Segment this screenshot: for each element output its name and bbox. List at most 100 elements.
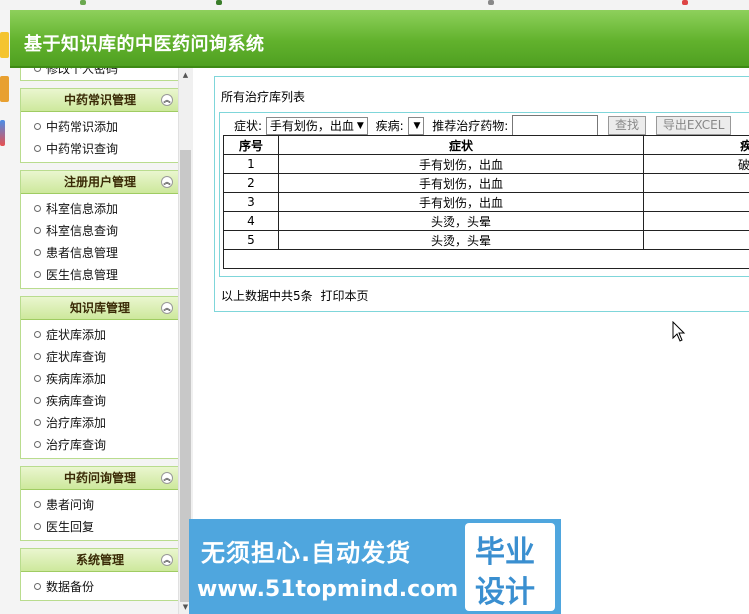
sidebar-item-label: 治疗库添加 — [46, 416, 107, 430]
table-footer: 以上数据中共5条 打印本页 — [221, 287, 368, 304]
sidebar-group-title: 注册用户管理 — [63, 175, 136, 189]
symptom-select[interactable]: 手有划伤，出血 ▼ — [265, 116, 368, 135]
column-header: 序号 — [223, 135, 279, 155]
sidebar-item[interactable]: 科室信息查询 — [21, 220, 178, 242]
bullet-icon — [34, 271, 41, 278]
sidebar-item[interactable]: 患者信息管理 — [21, 242, 178, 264]
sidebar-group-header[interactable]: 中药常识管理 ︽ — [21, 89, 178, 112]
sidebar-group-items: 数据备份 — [21, 572, 178, 600]
sidebar-group-items: 患者问询医生回复 — [21, 490, 178, 540]
bullet-icon — [34, 68, 41, 72]
row-index-cell: 1 — [223, 154, 279, 174]
bullet-icon — [34, 145, 41, 152]
sidebar-item[interactable]: 治疗库查询 — [21, 434, 178, 456]
row-index-cell: 3 — [223, 192, 279, 212]
sidebar-item[interactable]: 医生信息管理 — [21, 264, 178, 286]
bullet-icon — [34, 123, 41, 130]
table-header-row: 序号 症状 疾病 — [223, 135, 749, 155]
collapse-icon[interactable]: ︽ — [161, 554, 173, 566]
sidebar-item[interactable]: 数据备份 — [21, 576, 178, 598]
app-icon — [0, 76, 9, 102]
sidebar-item[interactable]: 症状库查询 — [21, 346, 178, 368]
disease-cell: 破伤风 — [643, 154, 749, 174]
bullet-icon — [34, 501, 41, 508]
main-panel: 所有治疗库列表 症状: 手有划伤，出血 ▼ 疾病: ▼ 推荐治疗药物: 查找 导出… — [214, 76, 749, 312]
symptom-cell: 头烫，头晕 — [277, 230, 645, 250]
sidebar-item-label: 科室信息查询 — [46, 224, 119, 238]
scroll-up-icon[interactable]: ▲ — [180, 70, 191, 80]
watermark-line1: 无须担心.自动发货 — [201, 539, 412, 567]
collapse-icon[interactable]: ︽ — [161, 94, 173, 106]
grid-box: 症状: 手有划伤，出血 ▼ 疾病: ▼ 推荐治疗药物: 查找 导出EXCEL 序号… — [219, 112, 749, 277]
sidebar-item-label: 中药常识添加 — [46, 120, 119, 134]
record-count: 以上数据中共5条 — [221, 289, 313, 303]
sidebar-item[interactable]: 疾病库添加 — [21, 368, 178, 390]
sidebar-item-label: 疾病库查询 — [46, 394, 107, 408]
disease-cell: 贫血 — [643, 211, 749, 231]
table-empty-row — [223, 249, 749, 269]
print-link[interactable]: 打印本页 — [320, 289, 368, 303]
export-excel-button[interactable]: 导出EXCEL — [655, 116, 732, 135]
bullet-icon — [34, 205, 41, 212]
bullet-icon — [34, 583, 41, 590]
list-title: 所有治疗库列表 — [221, 90, 306, 104]
sidebar-group-title: 中药常识管理 — [63, 93, 136, 107]
sidebar-item-label: 数据备份 — [46, 580, 95, 594]
bullet-icon — [34, 331, 41, 338]
row-index-cell: 2 — [223, 173, 279, 193]
mouse-cursor-icon — [672, 321, 686, 342]
bullet-icon — [34, 227, 41, 234]
disease-label: 疾病: — [375, 119, 404, 133]
sidebar-item-label: 科室信息添加 — [46, 202, 119, 216]
badge-line2: 设计 — [475, 575, 535, 610]
search-button[interactable]: 查找 — [607, 116, 646, 135]
sidebar-item-label: 症状库查询 — [46, 350, 107, 364]
sidebar-item[interactable]: 中药常识查询 — [21, 138, 178, 160]
sidebar-group-header[interactable]: 系统管理 ︽ — [21, 549, 178, 572]
disease-cell: 外伤 — [643, 192, 749, 212]
sidebar-group-header[interactable]: 中药问询管理 ︽ — [21, 467, 178, 490]
table-body: 1手有划伤，出血破伤风2手有划伤，出血外伤3手有划伤，出血外伤4头烫，头晕贫血5… — [223, 154, 749, 269]
collapse-icon[interactable]: ︽ — [161, 176, 173, 188]
app-header: 基于知识库的中医药问询系统 — [10, 10, 749, 68]
sidebar-item-label: 医生信息管理 — [46, 268, 119, 282]
symptom-cell: 手有划伤，出血 — [277, 154, 645, 174]
tab-icon — [80, 0, 86, 5]
symptom-label: 症状: — [234, 119, 263, 133]
results-table: 序号 症状 疾病 1手有划伤，出血破伤风2手有划伤，出血外伤3手有划伤，出血外伤… — [223, 135, 749, 269]
app-title: 基于知识库的中医药问询系统 — [24, 34, 265, 55]
bullet-icon — [34, 397, 41, 404]
sidebar-item[interactable]: 医生回复 — [21, 516, 178, 538]
table-row: 5头烫，头晕贫血 — [223, 230, 749, 250]
empty-cell — [223, 249, 279, 269]
table-row: 3手有划伤，出血外伤 — [223, 192, 749, 212]
badge-line1: 毕业 — [475, 535, 535, 570]
chevron-down-icon: ▼ — [356, 121, 364, 131]
sidebar-group: 系统管理 ︽ 数据备份 — [20, 548, 178, 601]
sidebar-item[interactable]: 治疗库添加 — [21, 412, 178, 434]
sidebar-item-change-password[interactable]: 修改个人密码 — [21, 68, 178, 80]
collapse-icon[interactable]: ︽ — [161, 472, 173, 484]
sidebar-item[interactable]: 中药常识添加 — [21, 116, 178, 138]
row-index-cell: 4 — [223, 211, 279, 231]
sidebar-group-header[interactable]: 知识库管理 ︽ — [21, 297, 178, 320]
sidebar-group-header[interactable]: 注册用户管理 ︽ — [21, 171, 178, 194]
sidebar-item-label: 患者问询 — [46, 498, 95, 512]
sidebar-item[interactable]: 症状库添加 — [21, 324, 178, 346]
sidebar-item-label: 修改个人密码 — [46, 68, 119, 76]
disease-cell: 外伤 — [643, 173, 749, 193]
sidebar-item-label: 患者信息管理 — [46, 246, 119, 260]
sidebar-item[interactable]: 疾病库查询 — [21, 390, 178, 412]
sidebar-item[interactable]: 患者问询 — [21, 494, 178, 516]
recommend-input[interactable] — [512, 115, 599, 136]
sidebar-group-title: 知识库管理 — [69, 301, 130, 315]
collapse-icon[interactable]: ︽ — [161, 302, 173, 314]
sidebar-item[interactable]: 科室信息添加 — [21, 198, 178, 220]
sidebar-group-items: 科室信息添加 科室信息查询 患者信息管理 医生信息管理 — [21, 194, 178, 288]
disease-select[interactable]: ▼ — [407, 116, 425, 135]
sidebar-group: 注册用户管理 ︽ 科室信息添加 科室信息查询 患者信息管理 医生信息管理 — [20, 170, 178, 289]
tab-icon — [216, 0, 222, 5]
bullet-icon — [34, 441, 41, 448]
sidebar-group-title: 中药问询管理 — [63, 471, 136, 485]
bullet-icon — [34, 375, 41, 382]
